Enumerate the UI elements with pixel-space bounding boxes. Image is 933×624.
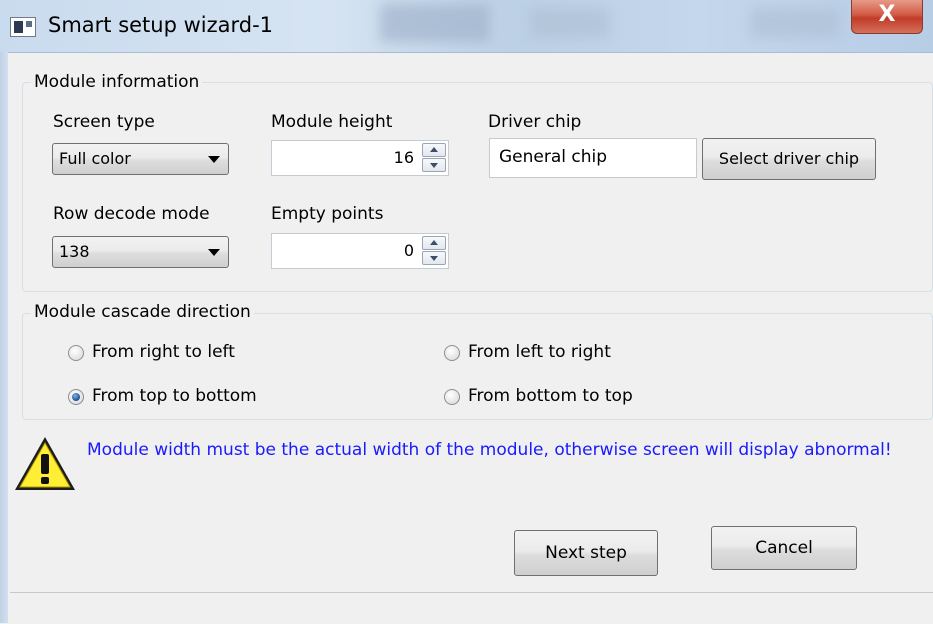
driver-chip-label: Driver chip xyxy=(488,112,582,132)
wizard-window: Smart setup wizard-1 X Module informatio… xyxy=(0,0,933,624)
row-decode-select[interactable]: 138 xyxy=(52,236,229,268)
app-icon xyxy=(10,17,36,37)
spin-down-icon[interactable] xyxy=(422,251,446,265)
module-height-label: Module height xyxy=(271,112,393,132)
window-title: Smart setup wizard-1 xyxy=(48,13,274,37)
window-frame-edge xyxy=(0,52,8,623)
radio-unchecked-icon xyxy=(444,345,460,361)
next-step-button[interactable]: Next step xyxy=(514,530,658,576)
title-bar: Smart setup wizard-1 X xyxy=(0,0,933,53)
spin-up-icon[interactable] xyxy=(422,236,446,250)
empty-points-label: Empty points xyxy=(271,204,384,224)
chevron-down-icon xyxy=(208,156,220,163)
module-information-legend: Module information xyxy=(31,72,203,92)
module-height-value: 16 xyxy=(393,148,414,167)
cancel-button[interactable]: Cancel xyxy=(711,526,857,570)
close-button[interactable]: X xyxy=(851,0,923,34)
radio-unchecked-icon xyxy=(444,389,460,405)
cascade-direction-legend: Module cascade direction xyxy=(31,302,254,322)
status-bar xyxy=(10,592,933,624)
screen-type-value: Full color xyxy=(59,149,131,168)
warning-message: Module width must be the actual width of… xyxy=(87,440,892,460)
radio-checked-icon xyxy=(68,389,84,405)
module-height-stepper[interactable]: 16 xyxy=(271,140,449,176)
driver-chip-field[interactable]: General chip xyxy=(489,138,697,178)
spin-down-icon[interactable] xyxy=(422,158,446,172)
screen-type-label: Screen type xyxy=(53,112,155,132)
select-driver-chip-button[interactable]: Select driver chip xyxy=(702,138,876,180)
warning-icon xyxy=(15,437,75,490)
screen-type-select[interactable]: Full color xyxy=(52,143,229,175)
empty-points-value: 0 xyxy=(403,241,414,260)
radio-unchecked-icon xyxy=(68,345,84,361)
row-decode-label: Row decode mode xyxy=(53,204,210,224)
spin-up-icon[interactable] xyxy=(422,143,446,157)
chevron-down-icon xyxy=(208,249,220,256)
row-decode-value: 138 xyxy=(59,242,90,261)
empty-points-stepper[interactable]: 0 xyxy=(271,233,449,269)
